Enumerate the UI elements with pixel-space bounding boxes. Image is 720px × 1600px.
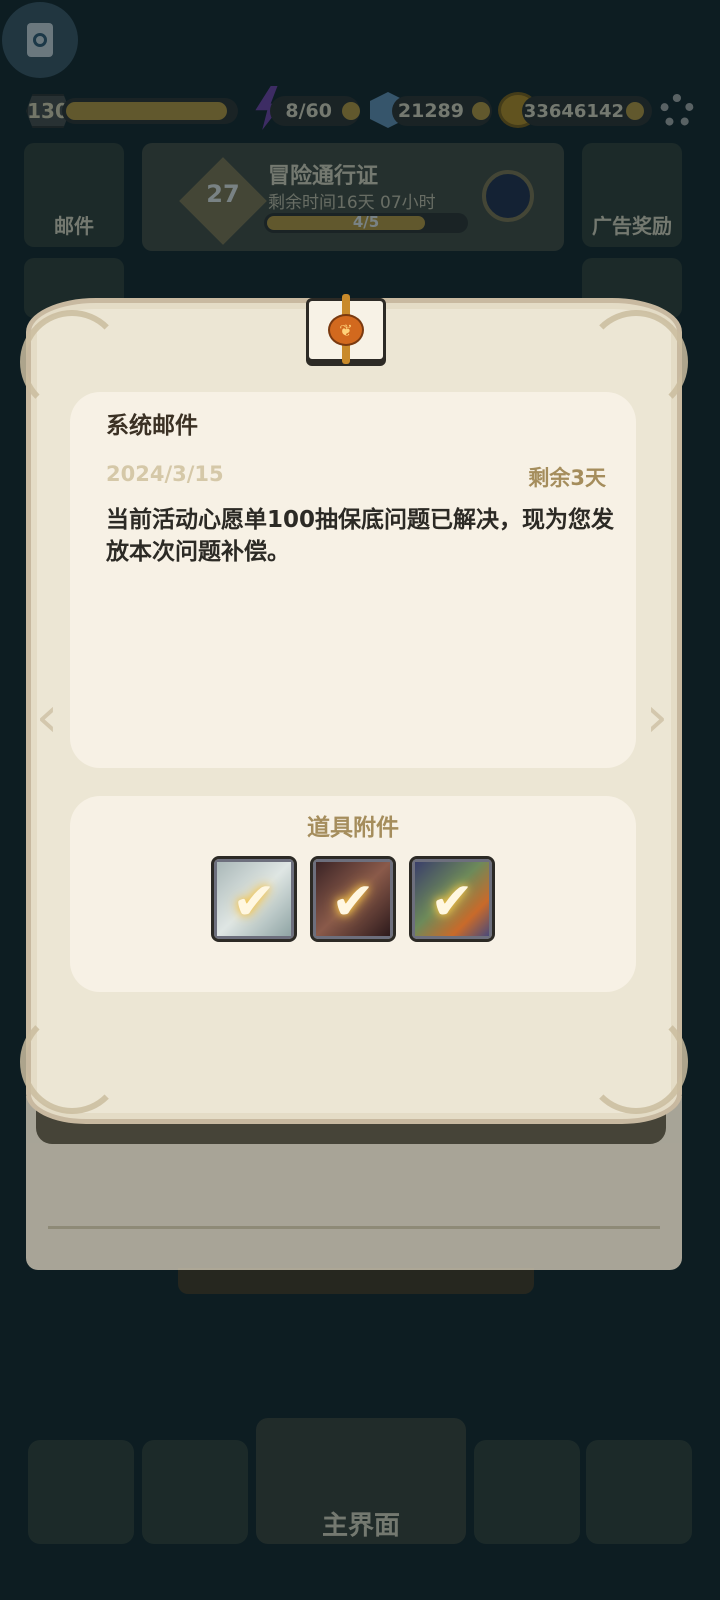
ornament-corner-bottom-right xyxy=(584,1010,688,1114)
pass-time-left: 剩余时间16天 07小时 xyxy=(268,193,436,213)
nav-dice-button[interactable] xyxy=(474,1440,580,1544)
mail-remaining-days: 剩余3天 xyxy=(528,466,606,490)
wax-seal-icon: ❦ xyxy=(328,314,364,346)
claimed-check-icon: ✔ xyxy=(232,872,276,932)
mail-button[interactable]: 邮件 xyxy=(24,143,124,247)
gem-add-button[interactable] xyxy=(472,102,490,120)
attachment-item[interactable]: ✔ xyxy=(409,856,495,942)
pass-title: 冒险通行证 xyxy=(268,164,379,189)
mail-body: 当前活动心愿单100抽保底问题已解决，现为您发放本次问题补偿。 xyxy=(106,507,615,565)
ad-reward-label: 广告奖励 xyxy=(592,214,672,238)
profile-icon xyxy=(27,23,53,57)
mail-button-label: 邮件 xyxy=(54,214,94,238)
nav-chest-button[interactable] xyxy=(28,1440,134,1544)
profile-button[interactable] xyxy=(2,2,78,78)
settings-gear-icon[interactable] xyxy=(660,94,694,128)
nav-sword-button[interactable] xyxy=(142,1440,248,1544)
mail-title: 系统邮件 xyxy=(106,413,198,439)
ad-reward-button[interactable]: 广告奖励 xyxy=(582,143,682,247)
pass-level-number: 27 xyxy=(206,180,240,208)
mail-date: 2024/3/15 xyxy=(106,462,224,486)
energy-add-button[interactable] xyxy=(342,102,360,120)
nav-main-label: 主界面 xyxy=(321,1511,400,1541)
dialog-shadow-tab xyxy=(178,1268,534,1294)
nav-temple-button[interactable] xyxy=(586,1440,692,1544)
mail-message-card xyxy=(70,392,636,768)
pass-reward-orb-icon xyxy=(482,170,534,222)
chevron-right-icon[interactable]: › xyxy=(644,688,670,748)
pass-progress-text: 4/5 xyxy=(352,213,380,231)
gold-add-button[interactable] xyxy=(626,102,644,120)
claimed-check-icon: ✔ xyxy=(430,872,474,932)
pass-progress-bar: 4/5 xyxy=(264,213,468,233)
claimed-check-icon: ✔ xyxy=(331,872,375,932)
scroll-divider xyxy=(48,1226,660,1229)
experience-bar xyxy=(62,98,238,124)
attachments-title: 道具附件 xyxy=(307,815,399,841)
attachment-item[interactable]: ✔ xyxy=(211,856,297,942)
chevron-left-icon[interactable]: ‹ xyxy=(34,688,60,748)
attachment-item[interactable]: ✔ xyxy=(310,856,396,942)
ornament-corner-bottom-left xyxy=(20,1010,124,1114)
